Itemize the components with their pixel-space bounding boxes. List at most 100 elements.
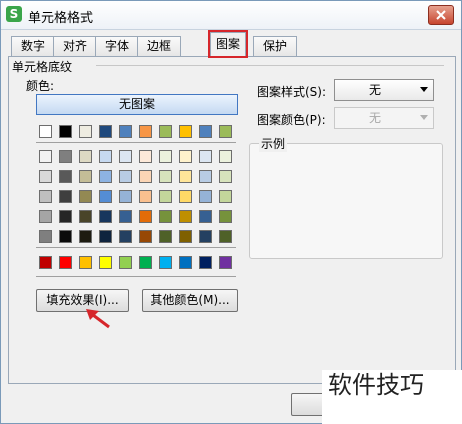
close-button[interactable] [428, 5, 454, 25]
color-swatch[interactable] [59, 150, 72, 163]
color-swatch[interactable] [199, 150, 212, 163]
standard-color-swatch[interactable] [99, 256, 112, 269]
fill-effects-button[interactable]: 填充效果(I)... [36, 289, 129, 312]
chevron-down-icon [420, 87, 428, 92]
color-swatch[interactable] [39, 190, 52, 203]
color-swatch[interactable] [59, 170, 72, 183]
standard-color-swatch[interactable] [179, 256, 192, 269]
color-swatch[interactable] [199, 170, 212, 183]
color-swatch[interactable] [99, 150, 112, 163]
no-pattern-button[interactable]: 无图案 [36, 94, 238, 115]
color-swatch[interactable] [159, 210, 172, 223]
chevron-down-icon [420, 115, 428, 120]
color-swatch[interactable] [39, 230, 52, 243]
color-swatch[interactable] [219, 190, 232, 203]
color-swatch[interactable] [59, 125, 72, 138]
color-swatch[interactable] [139, 230, 152, 243]
color-swatch[interactable] [119, 125, 132, 138]
color-swatch[interactable] [219, 150, 232, 163]
color-swatch[interactable] [179, 125, 192, 138]
color-swatch[interactable] [99, 190, 112, 203]
color-swatch[interactable] [79, 125, 92, 138]
pattern-color-select[interactable]: 无 [334, 107, 434, 129]
example-label: 示例 [259, 135, 288, 152]
color-swatch[interactable] [219, 210, 232, 223]
color-swatch[interactable] [179, 170, 192, 183]
tab-alignment[interactable]: 对齐 [53, 36, 97, 56]
tab-protection[interactable]: 保护 [253, 36, 297, 56]
color-swatch[interactable] [99, 170, 112, 183]
color-swatch[interactable] [79, 190, 92, 203]
palette-divider [36, 142, 236, 143]
color-swatch[interactable] [159, 125, 172, 138]
group-divider [96, 65, 444, 66]
color-swatch[interactable] [99, 210, 112, 223]
color-swatch[interactable] [159, 150, 172, 163]
color-swatch[interactable] [159, 170, 172, 183]
color-swatch[interactable] [79, 150, 92, 163]
more-colors-button[interactable]: 其他颜色(M)... [142, 289, 238, 312]
pattern-color-label: 图案颜色(P): [257, 113, 326, 127]
color-swatch[interactable] [119, 210, 132, 223]
tab-patterns[interactable]: 图案 [208, 30, 248, 58]
color-swatch[interactable] [159, 190, 172, 203]
color-swatch[interactable] [199, 190, 212, 203]
color-swatch[interactable] [179, 230, 192, 243]
color-swatch[interactable] [199, 125, 212, 138]
tab-border[interactable]: 边框 [137, 36, 181, 56]
pattern-style-label: 图案样式(S): [257, 85, 327, 99]
color-swatch[interactable] [159, 230, 172, 243]
color-swatch[interactable] [179, 150, 192, 163]
standard-color-swatch[interactable] [199, 256, 212, 269]
color-swatch[interactable] [139, 150, 152, 163]
pattern-style-value: 无 [368, 83, 381, 97]
color-swatch[interactable] [139, 210, 152, 223]
color-swatch[interactable] [139, 170, 152, 183]
color-swatch[interactable] [59, 210, 72, 223]
standard-color-swatch[interactable] [219, 256, 232, 269]
watermark-text: 软件技巧 [322, 370, 462, 424]
color-swatch[interactable] [59, 230, 72, 243]
tab-number[interactable]: 数字 [11, 36, 55, 56]
tab-font[interactable]: 字体 [95, 36, 139, 56]
color-swatch[interactable] [219, 170, 232, 183]
standard-color-swatch[interactable] [159, 256, 172, 269]
standard-color-swatch[interactable] [79, 256, 92, 269]
color-swatch[interactable] [199, 230, 212, 243]
color-swatch[interactable] [119, 150, 132, 163]
color-swatch[interactable] [59, 190, 72, 203]
color-swatch[interactable] [39, 150, 52, 163]
color-swatch[interactable] [139, 190, 152, 203]
standard-color-swatch[interactable] [119, 256, 132, 269]
color-swatch[interactable] [99, 230, 112, 243]
color-swatch[interactable] [119, 170, 132, 183]
color-swatch[interactable] [79, 210, 92, 223]
pattern-style-select[interactable]: 无 [334, 79, 434, 101]
palette-divider [36, 247, 236, 248]
color-swatch[interactable] [199, 210, 212, 223]
color-swatch[interactable] [179, 190, 192, 203]
palette-divider [36, 276, 236, 277]
standard-color-swatch[interactable] [39, 256, 52, 269]
color-swatch[interactable] [119, 230, 132, 243]
close-icon [436, 10, 446, 20]
color-swatch[interactable] [39, 210, 52, 223]
color-swatch[interactable] [219, 230, 232, 243]
color-swatch[interactable] [79, 170, 92, 183]
standard-color-swatch[interactable] [139, 256, 152, 269]
wps-app-icon: S [6, 6, 22, 22]
shading-group-title: 单元格底纹 [12, 60, 73, 74]
color-swatch[interactable] [219, 125, 232, 138]
title-bar[interactable]: S 单元格格式 [1, 1, 461, 30]
format-cells-dialog: S 单元格格式 数字 对齐 字体 边框 图案 保护 单元格底纹 颜色: 无图案 … [0, 0, 462, 424]
color-swatch[interactable] [39, 125, 52, 138]
color-swatch[interactable] [99, 125, 112, 138]
color-swatch[interactable] [179, 210, 192, 223]
standard-color-swatch[interactable] [59, 256, 72, 269]
color-swatch[interactable] [119, 190, 132, 203]
color-swatch[interactable] [39, 170, 52, 183]
color-swatch[interactable] [79, 230, 92, 243]
dialog-title: 单元格格式 [28, 11, 94, 26]
color-swatch[interactable] [139, 125, 152, 138]
color-label: 颜色: [26, 79, 55, 93]
